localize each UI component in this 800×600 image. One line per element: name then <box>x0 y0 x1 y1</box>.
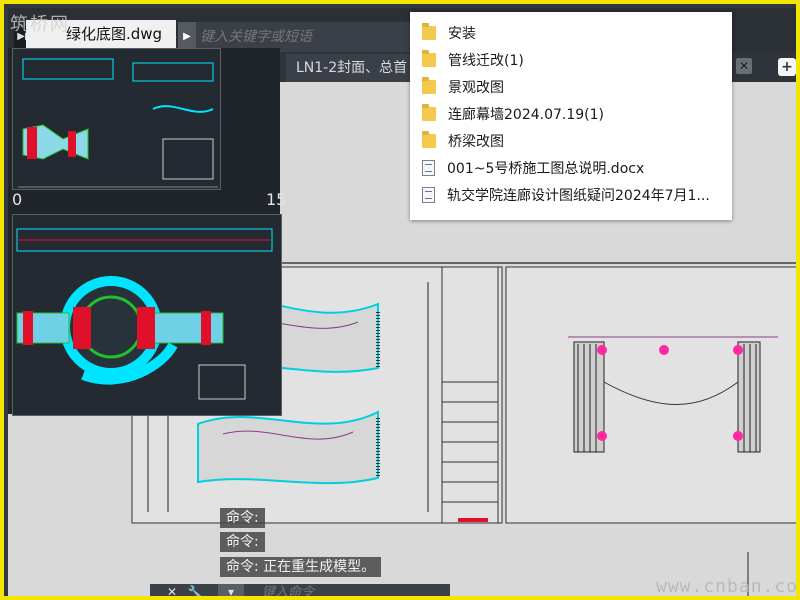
menu-item-folder[interactable]: 管线迁改(1) <box>422 47 524 73</box>
folder-icon <box>422 23 436 40</box>
wrench-icon[interactable]: 🔧 <box>186 584 204 596</box>
thumbnail-drawing-2 <box>16 228 273 400</box>
menu-item-label: 轨交学院连廊设计图纸疑问2024年7月1... <box>447 188 710 204</box>
command-dropdown-button[interactable]: ▾ <box>218 584 244 596</box>
menu-item-label: 桥梁改图 <box>448 134 504 150</box>
menu-item-document[interactable]: 001~5号桥施工图总说明.docx <box>422 155 644 181</box>
file-preview-panel: 0 15 <box>8 48 286 416</box>
watermark-logo: 筑桥网 <box>10 14 70 35</box>
preview-thumbnail-1[interactable] <box>12 48 221 190</box>
menu-item-label: 连廊幕墙2024.07.19(1) <box>448 107 604 123</box>
menu-item-label: 景观改图 <box>448 80 504 96</box>
menu-item-folder[interactable]: 安装 <box>422 20 476 46</box>
document-icon <box>422 160 435 176</box>
command-history-line: 命令: <box>220 532 265 552</box>
menu-item-folder[interactable]: 桥梁改图 <box>422 128 504 154</box>
ruler-right-label: 15 <box>266 190 287 209</box>
folder-icon <box>422 50 436 67</box>
ruler-left-label: 0 <box>12 190 23 209</box>
thumbnail-drawing-1 <box>18 58 218 188</box>
document-icon <box>422 187 435 203</box>
menu-item-label: 安装 <box>448 26 476 42</box>
menu-item-label: 001~5号桥施工图总说明.docx <box>447 161 645 177</box>
menu-item-folder[interactable]: 景观改图 <box>422 74 504 100</box>
file-tab-label: 绿化底图.dwg <box>66 25 163 43</box>
folder-icon <box>422 104 436 121</box>
folder-icon <box>422 131 436 148</box>
preview-thumbnail-2[interactable] <box>12 214 282 416</box>
add-tab-icon[interactable]: + <box>778 58 796 76</box>
menu-item-document[interactable]: 轨交学院连廊设计图纸疑问2024年7月1... <box>422 182 710 208</box>
close-icon[interactable]: ✕ <box>164 584 180 596</box>
menu-item-folder[interactable]: 连廊幕墙2024.07.19(1) <box>422 101 604 127</box>
folder-icon <box>422 77 436 94</box>
command-bar: ✕ 🔧 ▾ <box>150 584 450 596</box>
close-icon[interactable]: ✕ <box>736 58 752 74</box>
command-input[interactable] <box>258 584 448 596</box>
tab-document-label: LN1-2封面、总首 <box>296 60 408 76</box>
app-window: ▶▶ 绿化底图.dwg ▶ 筑桥网 LN1-2封面、总首 ✕ + 0 15 <box>0 0 800 600</box>
folder-dropdown-menu: 安装 管线迁改(1) 景观改图 连廊幕墙2024.07.19(1) 桥梁改图 0… <box>410 12 732 220</box>
menu-item-label: 管线迁改(1) <box>448 53 524 69</box>
tab-document[interactable]: LN1-2封面、总首 <box>286 54 416 82</box>
command-history-line: 命令: 正在重生成模型。 <box>220 557 382 577</box>
watermark-url: www.cnban.com <box>656 576 800 597</box>
command-history-line: 命令: <box>220 508 265 528</box>
